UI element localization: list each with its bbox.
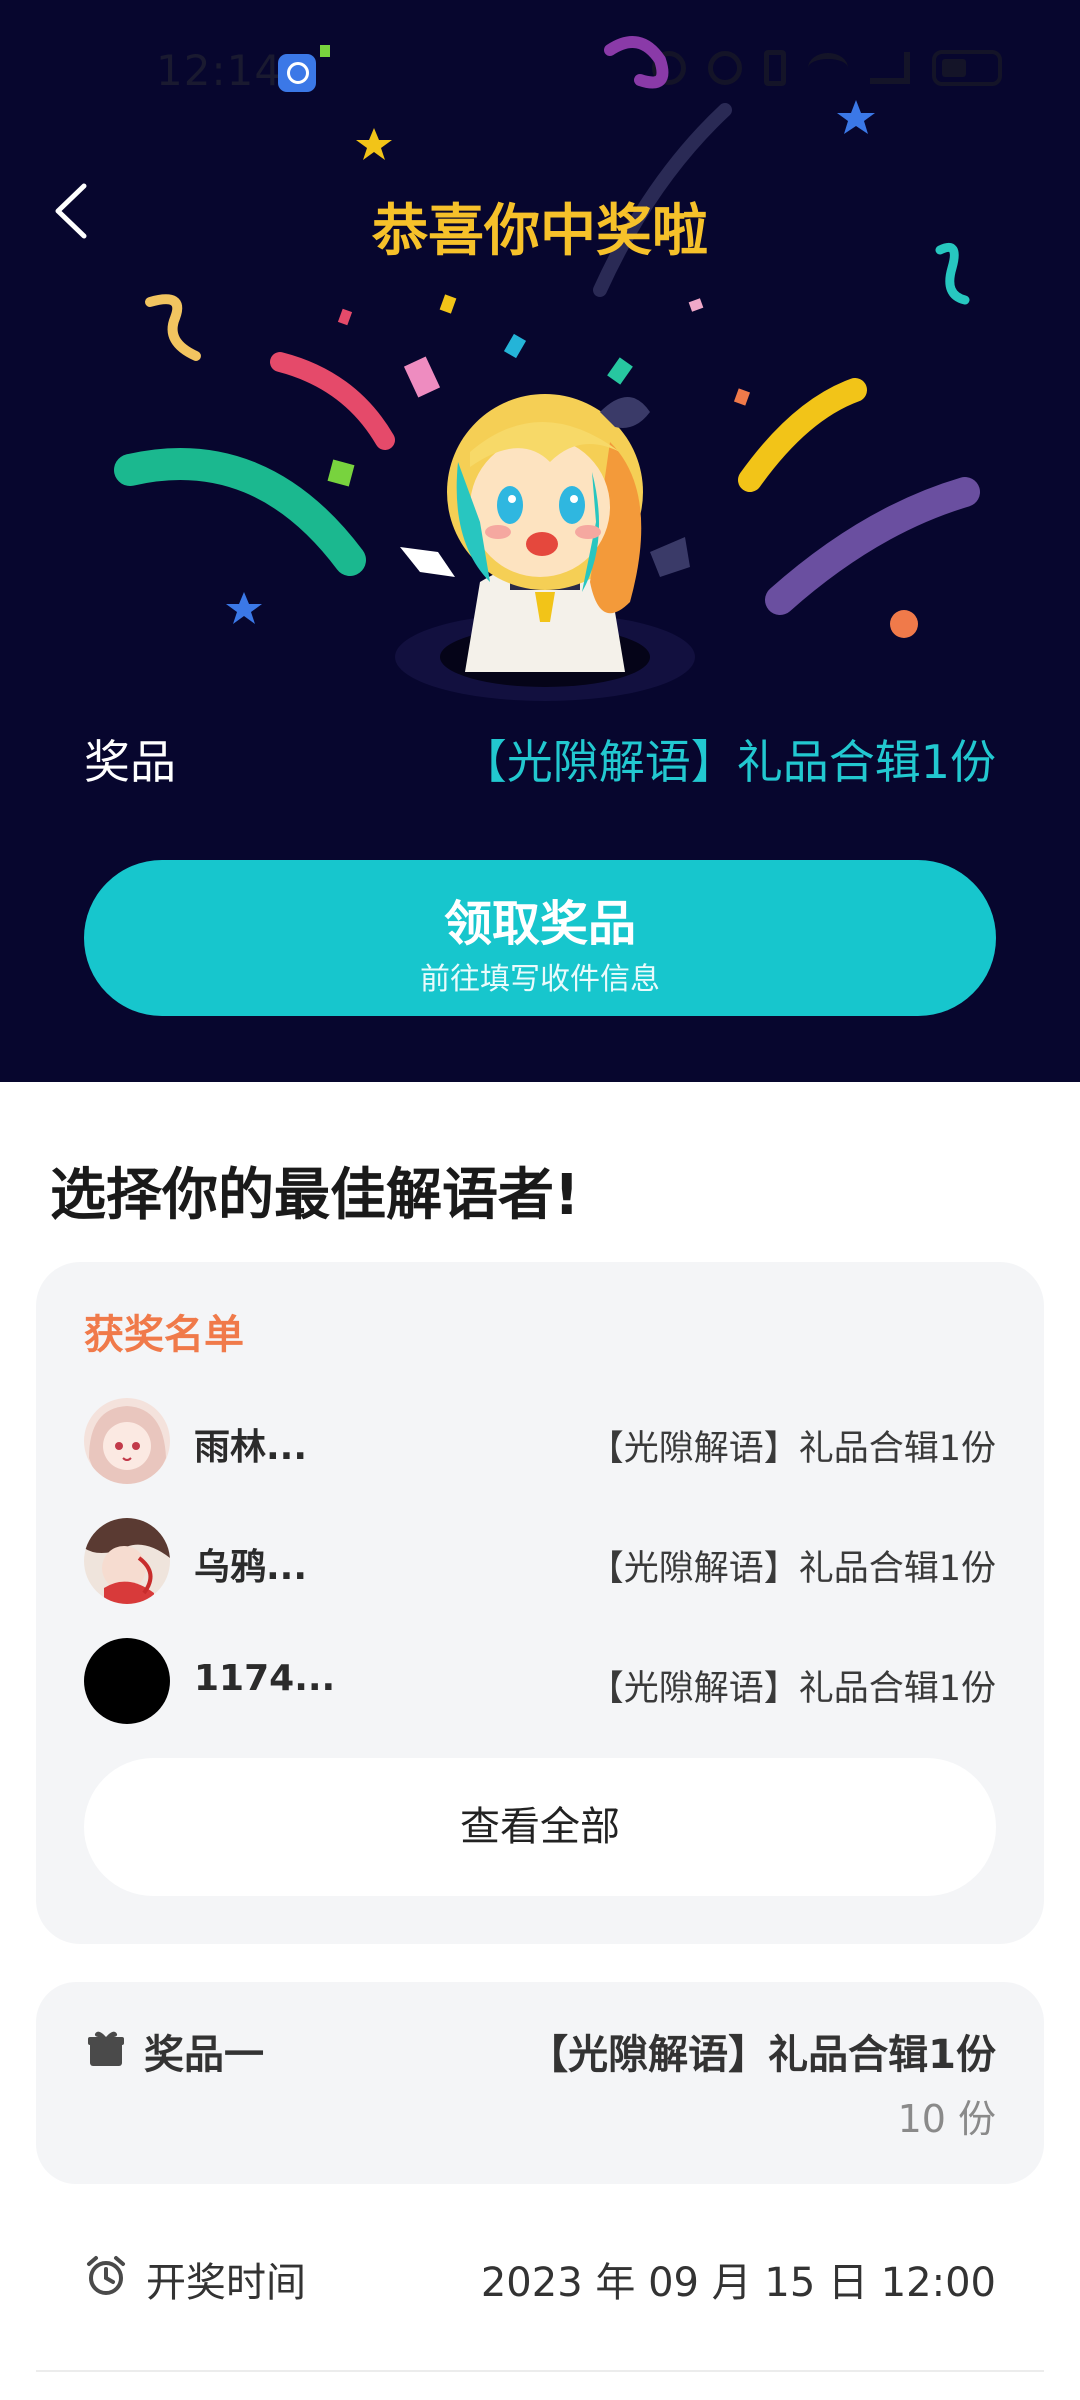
prize-row: 奖品 【光隙解语】礼品合辑1份 bbox=[84, 726, 996, 789]
gift-icon bbox=[88, 2031, 124, 2066]
prize-one-count: 10 份 bbox=[897, 2097, 996, 2141]
prize-value: 【光隙解语】礼品合辑1份 bbox=[460, 735, 996, 789]
view-all-button[interactable]: 查看全部 bbox=[84, 1758, 996, 1896]
prize-one-label: 奖品一 bbox=[144, 2032, 264, 2078]
celebration-header: 12:14 恭喜你中奖啦 奖品 【光隙解语】礼品合辑1份 领取奖品 前往填写收件… bbox=[0, 0, 1080, 1082]
winner-name: 乌鸦... bbox=[194, 1547, 308, 1588]
prize-one-card: 奖品一 【光隙解语】礼品合辑1份 10 份 bbox=[36, 1982, 1044, 2184]
winners-heading: 获奖名单 bbox=[84, 1312, 244, 1358]
winner-row: 雨林... 【光隙解语】礼品合辑1份 bbox=[84, 1398, 996, 1484]
draw-time-label: 开奖时间 bbox=[146, 2260, 306, 2306]
draw-time-value: 2023 年 09 月 15 日 12:00 bbox=[480, 2260, 996, 2306]
prize-label: 奖品 bbox=[84, 735, 176, 789]
claim-prize-sublabel: 前往填写收件信息 bbox=[420, 962, 660, 997]
prize-one-value: 【光隙解语】礼品合辑1份 bbox=[528, 2032, 996, 2078]
section-title: 选择你的最佳解语者! bbox=[50, 1163, 580, 1228]
mascot-illustration bbox=[395, 394, 695, 701]
divider bbox=[36, 2370, 1044, 2372]
avatar bbox=[84, 1398, 170, 1484]
winner-prize: 【光隙解语】礼品合辑1份 bbox=[588, 1429, 996, 1469]
draw-time-row: 开奖时间 2023 年 09 月 15 日 12:00 bbox=[84, 2246, 996, 2306]
winner-prize: 【光隙解语】礼品合辑1份 bbox=[588, 1549, 996, 1589]
winner-row: 乌鸦... 【光隙解语】礼品合辑1份 bbox=[84, 1518, 996, 1604]
page-title: 恭喜你中奖啦 bbox=[372, 199, 708, 264]
claim-prize-button[interactable]: 领取奖品 前往填写收件信息 bbox=[84, 860, 996, 1016]
alarm-clock-icon bbox=[87, 2256, 125, 2295]
winner-row: 1174... 【光隙解语】礼品合辑1份 bbox=[84, 1638, 996, 1724]
claim-prize-label: 领取奖品 bbox=[443, 896, 636, 952]
winners-card: 获奖名单 雨林... 【光隙解语】礼品合辑1份 乌鸦... 【光隙解语】礼品合辑… bbox=[36, 1262, 1044, 1944]
winner-prize: 【光隙解语】礼品合辑1份 bbox=[588, 1669, 996, 1709]
winner-name: 雨林... bbox=[194, 1427, 308, 1468]
avatar bbox=[84, 1518, 170, 1604]
avatar bbox=[84, 1638, 170, 1724]
winner-name: 1174... bbox=[194, 1658, 336, 1699]
